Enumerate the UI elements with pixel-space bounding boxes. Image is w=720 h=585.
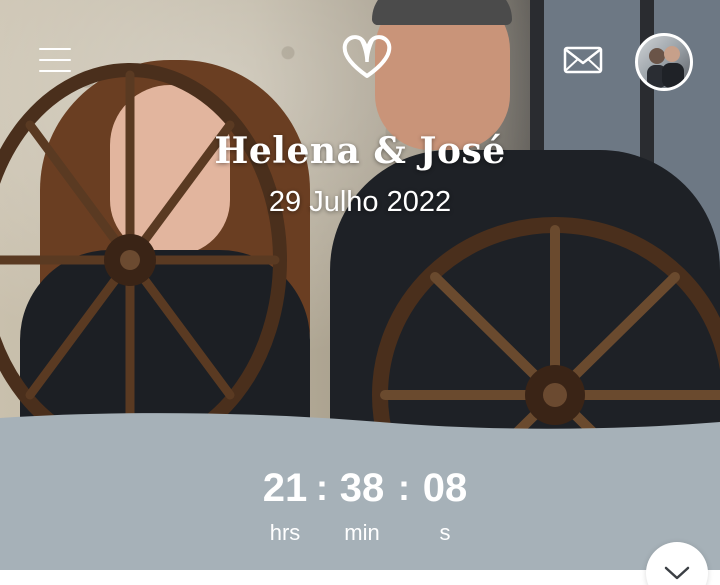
seconds-label: s [439, 520, 451, 545]
minutes-value: 38 [339, 466, 385, 510]
hamburger-menu-icon [39, 48, 71, 50]
minutes-label: min [344, 520, 380, 545]
seconds-value: 08 [422, 466, 468, 510]
chevron-down-icon [664, 566, 690, 580]
avatar-image [647, 46, 684, 88]
countdown-seconds: 08 s [410, 466, 480, 546]
scroll-down-button[interactable] [646, 542, 708, 585]
countdown-minutes: 38 min [327, 466, 397, 546]
page-content-start [0, 570, 720, 585]
countdown-separator: : [398, 467, 410, 508]
heart-logo-icon[interactable] [340, 32, 394, 80]
hours-label: hrs [269, 520, 301, 545]
couple-names-title: Helena & José [214, 130, 506, 172]
left-wagon-wheel [0, 63, 287, 440]
menu-button[interactable] [36, 44, 76, 76]
envelope-icon[interactable] [562, 44, 604, 76]
wedding-date: 29 Julho 2022 [268, 186, 452, 218]
countdown-hours: 21 hrs [250, 466, 320, 546]
couple-photo-avatar[interactable] [635, 33, 693, 91]
hours-value: 21 [262, 466, 308, 510]
man-hair [372, 0, 512, 25]
